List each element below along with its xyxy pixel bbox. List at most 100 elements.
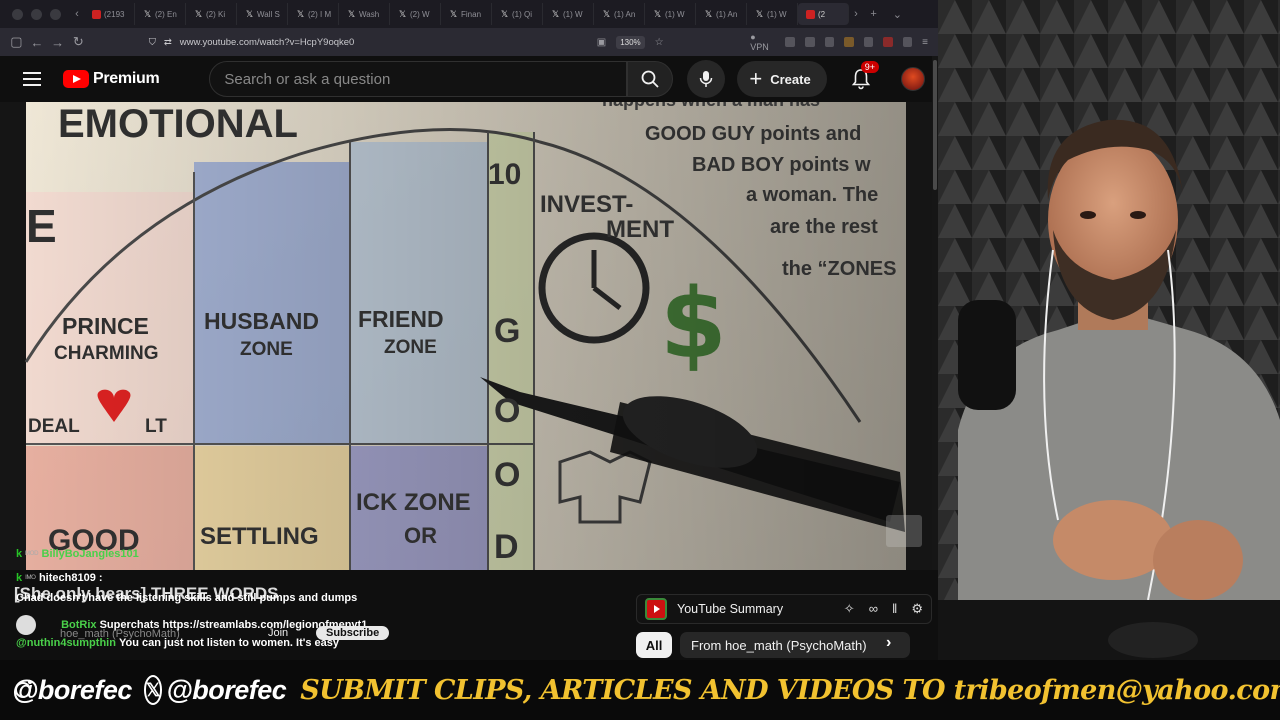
x-favicon-icon: 𝕏 — [143, 8, 152, 19]
x-favicon-icon: 𝕏 — [653, 8, 662, 19]
create-button[interactable]: + Create — [737, 61, 827, 97]
x-favicon-icon: 𝕏 — [704, 8, 713, 19]
browser-tab[interactable]: 𝕏 (1) An — [594, 3, 645, 25]
account-avatar[interactable] — [900, 67, 925, 91]
browser-tab[interactable]: 𝕏 (2) I M — [288, 3, 339, 25]
gear-icon[interactable]: ⚙ — [911, 601, 923, 617]
tab-label: (1) An — [716, 9, 738, 19]
video-overlay-button[interactable] — [886, 515, 922, 547]
scrollbar-thumb[interactable] — [933, 60, 937, 190]
extension-icon[interactable] — [902, 37, 913, 47]
summary-title: YouTube Summary — [677, 602, 784, 616]
minimize-window-button[interactable] — [31, 8, 42, 20]
search-input[interactable]: Search or ask a question — [209, 61, 628, 97]
glasses-icon[interactable]: ∞ — [869, 601, 878, 617]
voice-search-button[interactable] — [687, 60, 726, 98]
extension-icon[interactable] — [805, 37, 815, 47]
url-text[interactable]: www.youtube.com/watch?v=HcpY9oqke0 — [180, 37, 355, 48]
plus-icon: + — [749, 66, 763, 91]
ick-label-line1: ICK ZONE — [356, 489, 471, 516]
chevron-right-icon[interactable]: › — [886, 634, 891, 652]
browser-tab[interactable]: 𝕏 (2) Ki — [186, 3, 237, 25]
browser-tab[interactable]: 𝕏 (1) W — [747, 3, 798, 25]
new-tab-icon[interactable]: + — [870, 8, 876, 21]
create-label: Create — [770, 71, 811, 87]
lt-label: LT — [145, 416, 167, 437]
investment-label-line1: INVEST- — [540, 191, 633, 218]
hamburger-menu-icon[interactable] — [23, 72, 41, 86]
browser-tab[interactable]: (2193 — [84, 3, 135, 25]
youtube-logo[interactable]: Premium — [63, 70, 160, 88]
tab-strip: (2193 𝕏 (2) En 𝕏 (2) Ki 𝕏 Wall S 𝕏 (2) I M 𝕏 Wash 𝕏… — [84, 0, 849, 28]
zoom-level[interactable]: 130% — [616, 35, 645, 49]
microphone — [958, 300, 1016, 410]
browser-tab[interactable]: 𝕏 (2) En — [135, 3, 186, 25]
bookmark-star-icon[interactable]: ☆ — [655, 37, 664, 48]
x-favicon-icon: 𝕏 — [296, 8, 305, 19]
extension-icon[interactable] — [844, 37, 854, 47]
notifications-button[interactable]: 9+ — [849, 61, 879, 91]
ten-label: 10 — [488, 158, 521, 191]
extension-icon[interactable] — [863, 37, 874, 47]
maximize-window-button[interactable] — [50, 8, 61, 20]
tabbar-actions: + ⌄ — [870, 8, 938, 21]
forward-button[interactable]: → — [47, 35, 68, 50]
x-favicon-icon: 𝕏 — [500, 8, 509, 19]
browser-tab[interactable]: 𝕏 (1) W — [543, 3, 594, 25]
extension-icon[interactable] — [883, 37, 893, 47]
browser-tab[interactable]: 𝕏 (1) An — [696, 3, 747, 25]
prince-label-line2: CHARMING — [54, 343, 159, 364]
mouse — [1108, 622, 1198, 658]
browser-tab[interactable]: 𝕏 Finan — [441, 3, 492, 25]
tab-label: (2) En — [155, 9, 177, 19]
youtube-header: Premium Search or ask a question + Creat… — [0, 56, 938, 102]
picture-icon[interactable]: ▣ — [597, 37, 606, 48]
waveform-icon[interactable]: ‖ — [892, 601, 897, 617]
deal-label: DEAL — [28, 416, 80, 437]
browser-tab[interactable]: 𝕏 Wash — [339, 3, 390, 25]
investment-label-line2: MENT — [606, 216, 674, 243]
browser-tab[interactable]: 𝕏 (2) W — [390, 3, 441, 25]
channel-avatar[interactable] — [16, 615, 36, 635]
browser-tab[interactable]: 𝕏 (1) Qi — [492, 3, 543, 25]
tab-list-chevron-icon[interactable]: ⌄ — [893, 8, 902, 21]
chat-message: k ᴹᴼᴰ BillyBoJangles101 — [16, 548, 139, 560]
tab-label: (2193 — [104, 9, 125, 19]
search-button[interactable] — [627, 61, 674, 97]
husband-label-line1: HUSBAND — [204, 308, 319, 334]
app-menu-icon[interactable]: ≡ — [922, 37, 928, 48]
chip-all[interactable]: All — [636, 632, 672, 658]
chat-message: k ᴵᴹᴼ hitech8109 : — [16, 572, 103, 584]
screen: ‹ (2193 𝕏 (2) En 𝕏 (2) Ki 𝕏 Wall S 𝕏 (2) I M 𝕏 Was… — [0, 0, 1280, 720]
vpn-label: VPN — [750, 42, 769, 52]
close-window-button[interactable] — [12, 8, 23, 20]
tab-scroll-left-icon[interactable]: ‹ — [70, 8, 84, 20]
youtube-summary-bar[interactable]: YouTube Summary ✧ ∞ ‖ ⚙ — [636, 594, 932, 624]
sidebar-toggle-icon[interactable]: ▢ — [6, 34, 27, 50]
chat-message-text: Chad doesn't have the listening skills a… — [16, 592, 358, 604]
back-button[interactable]: ← — [27, 35, 48, 50]
browser-tab[interactable]: (2 — [798, 3, 849, 25]
extension-icon[interactable] — [785, 37, 795, 47]
webcam-feed — [938, 0, 1280, 660]
x-favicon-icon: 𝕏 — [449, 8, 458, 19]
video-frame: $ EMOTIONAL happens when a man has GOOD … — [0, 102, 938, 570]
extension-icon[interactable] — [824, 37, 835, 47]
search-icon — [641, 70, 660, 88]
sparkle-icon[interactable]: ✧ — [844, 601, 855, 617]
vpn-indicator[interactable]: ● VPN — [750, 32, 775, 52]
x-favicon-icon: 𝕏 — [194, 8, 203, 19]
tab-label: (2 — [818, 9, 826, 19]
address-field[interactable]: ⛉ ⇄ www.youtube.com/watch?v=HcpY9oqke0 — [149, 32, 597, 52]
chip-from-channel[interactable]: From hoe_math (PsychoMath) — [680, 632, 910, 658]
video-player[interactable]: $ EMOTIONAL happens when a man has GOOD … — [0, 102, 938, 570]
tab-scroll-right-icon[interactable]: › — [849, 8, 863, 20]
shield-icon[interactable]: ⛉ — [149, 37, 156, 48]
permissions-icon[interactable]: ⇄ — [164, 37, 172, 48]
chat-message-text: You can just not listen to women. It's e… — [119, 637, 340, 649]
browser-tab[interactable]: 𝕏 (1) W — [645, 3, 696, 25]
friend-label-line2: ZONE — [384, 337, 437, 358]
browser-tab[interactable]: 𝕏 Wall S — [237, 3, 288, 25]
x-favicon-icon: 𝕏 — [551, 8, 560, 19]
reload-button[interactable]: ↻ — [68, 34, 89, 50]
